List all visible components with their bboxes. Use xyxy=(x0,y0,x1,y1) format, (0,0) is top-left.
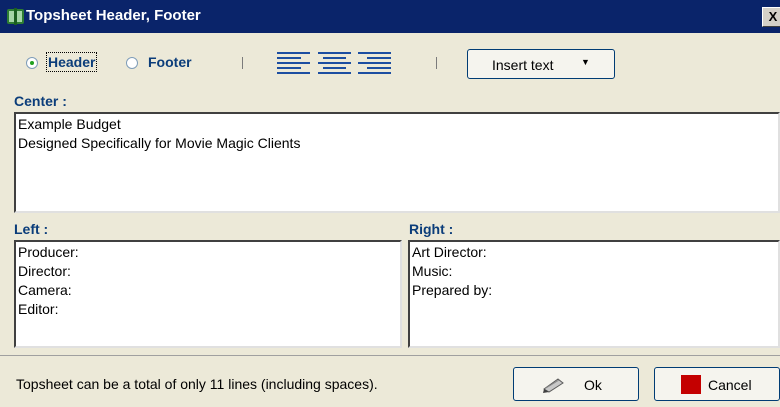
left-label: Left : xyxy=(14,221,49,237)
left-line: Director: xyxy=(18,263,71,279)
center-line: Designed Specifically for Movie Magic Cl… xyxy=(18,135,301,151)
toolbar-separator xyxy=(242,57,243,69)
title-bar[interactable]: Topsheet Header, Footer X xyxy=(0,0,780,33)
header-radio-label[interactable]: Header xyxy=(45,52,98,72)
footer-radio-label[interactable]: Footer xyxy=(148,54,192,70)
footer-radio[interactable] xyxy=(126,57,138,69)
close-button[interactable]: X xyxy=(762,7,780,27)
insert-text-label: Insert text xyxy=(492,57,554,73)
status-message: Topsheet can be a total of only 11 lines… xyxy=(16,376,378,392)
left-line: Editor: xyxy=(18,301,59,317)
align-left-icon[interactable] xyxy=(277,50,310,78)
right-line: Music: xyxy=(412,263,453,279)
align-center-icon[interactable] xyxy=(318,50,351,78)
topsheet-dialog: Topsheet Header, Footer X Header Footer … xyxy=(0,0,780,407)
left-line: Camera: xyxy=(18,282,72,298)
insert-text-button[interactable]: Insert text ▼ xyxy=(467,49,615,79)
center-line: Example Budget xyxy=(18,116,121,132)
ok-button[interactable]: Ok xyxy=(513,367,639,401)
pencil-icon xyxy=(543,378,564,393)
left-line: Producer: xyxy=(18,244,79,260)
toolbar-separator xyxy=(436,57,437,69)
window-title: Topsheet Header, Footer xyxy=(26,7,201,24)
radio-selected-dot xyxy=(30,61,34,65)
right-line: Art Director: xyxy=(412,244,487,260)
cancel-button[interactable]: Cancel xyxy=(654,367,780,401)
right-line: Prepared by: xyxy=(412,282,493,298)
left-text-area[interactable]: Producer: Director: Camera: Editor: xyxy=(14,240,402,348)
align-right-icon[interactable] xyxy=(358,50,391,78)
dropdown-arrow-icon: ▼ xyxy=(581,57,590,67)
header-radio[interactable] xyxy=(26,57,38,69)
ok-label: Ok xyxy=(584,377,602,393)
stop-icon xyxy=(681,375,701,394)
right-text-area[interactable]: Art Director: Music: Prepared by: xyxy=(408,240,780,348)
center-text-area[interactable]: Example Budget Designed Specifically for… xyxy=(14,112,780,213)
cancel-label: Cancel xyxy=(708,377,752,393)
right-label: Right : xyxy=(409,221,454,237)
center-label: Center : xyxy=(14,93,67,109)
film-app-icon xyxy=(7,8,24,25)
